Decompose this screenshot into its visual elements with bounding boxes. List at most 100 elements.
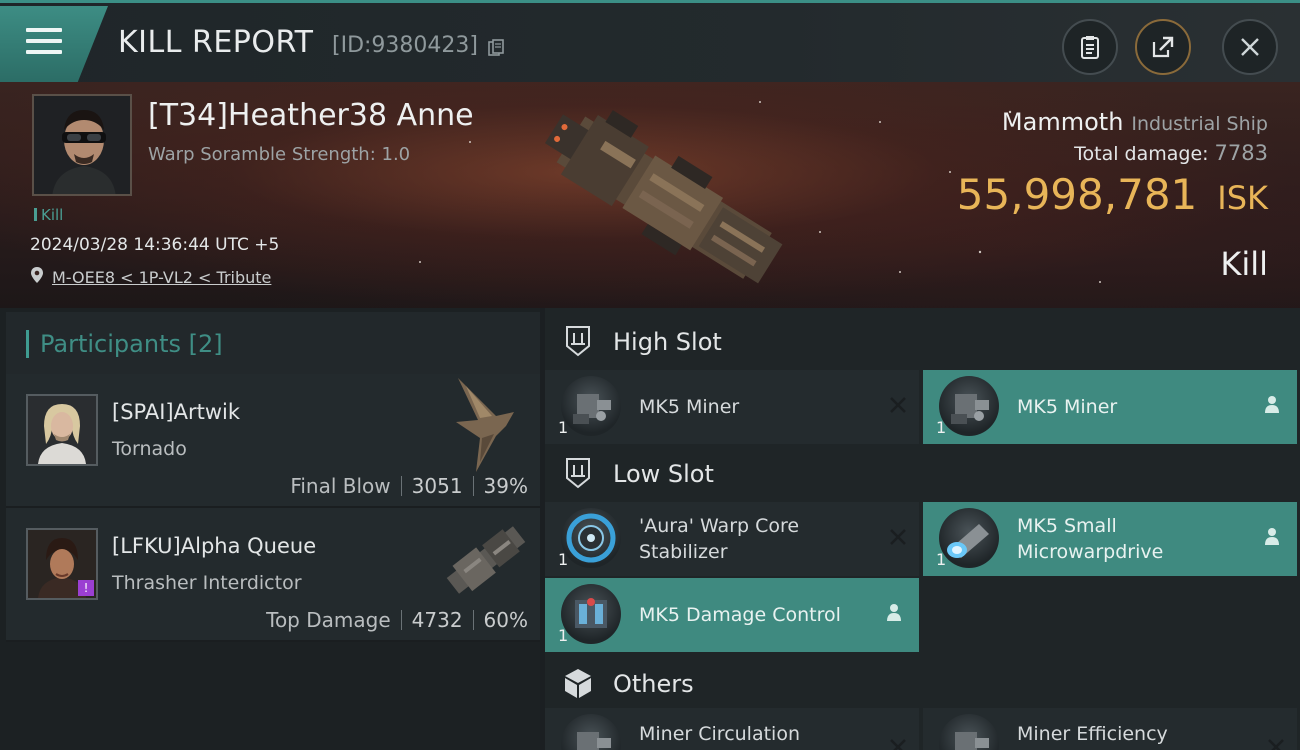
isk-amount: 55,998,781 xyxy=(956,170,1198,219)
isk-unit: ISK xyxy=(1217,179,1268,217)
destroyed-x-icon xyxy=(890,397,906,413)
stat-divider xyxy=(472,610,474,630)
participant-ship-image xyxy=(446,526,526,594)
warp-scramble-strength: Warp Soramble Strength: 1.0 xyxy=(148,144,411,165)
kill-tag: Kill xyxy=(34,206,63,224)
participants-accent xyxy=(26,330,29,358)
total-damage: Total damage: 7783 xyxy=(1074,141,1268,165)
module-name: Miner Circulation xyxy=(639,723,800,745)
microwarpdrive-icon xyxy=(939,508,999,568)
module-name: MK5 Damage Control xyxy=(639,604,841,626)
clipboard-button[interactable] xyxy=(1062,19,1118,75)
copy-icon[interactable] xyxy=(488,39,504,57)
kill-result: Kill xyxy=(1220,245,1268,283)
destroyed-x-icon xyxy=(890,529,906,545)
participants-label: Participants [2] xyxy=(40,330,223,358)
top-bar: KILL REPORT [ID:9380423] xyxy=(0,0,1300,82)
destroyed-x-icon xyxy=(1268,739,1284,750)
others-header: Others xyxy=(545,652,1300,714)
participant-percent: 39% xyxy=(483,474,528,498)
badge-icon: ! xyxy=(78,580,94,596)
participant-ship: Thrasher Interdictor xyxy=(112,572,302,594)
stat-divider xyxy=(472,476,474,496)
module-quantity: 1 xyxy=(558,626,569,645)
module-name: Miner Efficiency xyxy=(1017,723,1168,745)
location-pin-icon xyxy=(31,267,43,283)
dropped-person-icon xyxy=(887,604,901,621)
victim-ship: Mammoth Industrial Ship xyxy=(1002,108,1268,136)
close-button[interactable] xyxy=(1222,19,1278,75)
isk-value: 55,998,781 ISK xyxy=(957,170,1268,219)
module-quantity: 1 xyxy=(558,418,569,437)
module-item[interactable]: 1 MK5 Damage Control xyxy=(545,578,919,652)
participant-name[interactable]: [LFKU]Alpha Queue xyxy=(112,534,316,558)
participant-damage: 3051 xyxy=(411,474,463,498)
module-item[interactable]: 1 MK5 Miner xyxy=(923,370,1297,444)
module-name: MK5 Small Microwarpdrive xyxy=(1017,515,1164,563)
participant-avatar[interactable]: ! xyxy=(26,528,98,600)
dropped-person-icon xyxy=(1265,528,1279,545)
page-title: KILL REPORT xyxy=(118,25,314,60)
participants-count: [2] xyxy=(188,330,223,358)
participant-role: Final Blow xyxy=(290,474,391,498)
victim-name[interactable]: [T34]Heather38 Anne xyxy=(148,98,474,133)
module-item[interactable]: 1 'Aura' Warp Core Stabilizer xyxy=(545,502,919,576)
victim-ship-name: Mammoth xyxy=(1001,108,1124,136)
participant-ship: Tornado xyxy=(112,438,187,460)
module-name: 'Aura' Warp Core Stabilizer xyxy=(639,515,800,563)
miner-rig-icon xyxy=(939,714,999,750)
module-item[interactable]: 1 MK5 Small Microwarpdrive xyxy=(923,502,1297,576)
participant-damage: 4732 xyxy=(411,608,463,632)
participant-ship-image xyxy=(456,378,514,472)
participant-role: Top Damage xyxy=(266,608,391,632)
module-quantity: 1 xyxy=(558,550,569,569)
menu-button[interactable] xyxy=(0,6,108,82)
others-label: Others xyxy=(613,670,694,698)
victim-ship-image[interactable] xyxy=(515,88,805,303)
dropped-person-icon xyxy=(1265,396,1279,413)
kill-timestamp: 2024/03/28 14:36:44 UTC +5 xyxy=(30,235,280,255)
total-damage-value: 7783 xyxy=(1214,141,1268,165)
menu-icon-bar xyxy=(26,39,62,43)
damage-control-icon xyxy=(561,584,621,644)
module-quantity: 1 xyxy=(936,418,947,437)
participants-panel: Participants [2] [SPAI]Artwik Tornado Fi… xyxy=(0,308,540,750)
high-slot-header: High Slot xyxy=(545,310,1300,372)
share-icon xyxy=(1152,36,1174,58)
module-name: MK5 Miner xyxy=(639,396,740,418)
victim-avatar[interactable] xyxy=(32,94,132,196)
close-icon xyxy=(1241,38,1259,56)
destroyed-x-icon xyxy=(890,739,906,750)
menu-icon-bar xyxy=(26,50,62,54)
participants-title: Participants xyxy=(40,330,181,358)
module-name: MK5 Miner xyxy=(1017,396,1118,418)
module-item[interactable]: 1 MK5 Miner xyxy=(545,370,919,444)
share-button[interactable] xyxy=(1135,19,1191,75)
participant-percent: 60% xyxy=(483,608,528,632)
module-quantity: 1 xyxy=(936,550,947,569)
high-slot-label: High Slot xyxy=(613,328,722,356)
module-item[interactable]: Miner Circulation xyxy=(545,708,919,750)
high-slot-icon xyxy=(566,326,590,357)
participant-name[interactable]: [SPAI]Artwik xyxy=(112,400,240,424)
miner-icon xyxy=(561,376,621,436)
module-item[interactable]: Miner Efficiency xyxy=(923,708,1297,750)
participant-row[interactable]: [SPAI]Artwik Tornado Final Blow 3051 39% xyxy=(6,374,540,508)
participants-header: Participants [2] xyxy=(6,312,540,374)
victim-ship-class: Industrial Ship xyxy=(1131,113,1268,135)
stat-divider xyxy=(400,476,402,496)
kill-location-link[interactable]: M-OEE8 < 1P-VL2 < Tribute xyxy=(52,268,271,287)
participant-avatar[interactable] xyxy=(26,394,98,466)
warp-core-stabilizer-icon xyxy=(561,508,621,568)
participant-row[interactable]: ! [LFKU]Alpha Queue Thrasher Interdictor… xyxy=(6,508,540,642)
fitting-panel: High Slot 1 MK5 Miner 1 MK5 Miner Low Sl… xyxy=(545,308,1300,750)
menu-icon xyxy=(26,28,62,32)
miner-icon xyxy=(939,376,999,436)
low-slot-icon xyxy=(566,458,590,489)
participant-stats: Final Blow 3051 39% xyxy=(290,474,528,498)
others-cube-icon xyxy=(565,669,591,698)
participant-stats: Top Damage 4732 60% xyxy=(266,608,528,632)
stat-divider xyxy=(400,610,402,630)
clipboard-icon xyxy=(1081,36,1099,59)
total-damage-label: Total damage: xyxy=(1074,143,1209,165)
